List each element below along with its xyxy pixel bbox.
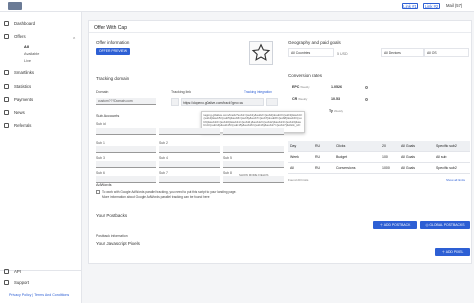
sidebar-item-support[interactable]: Support bbox=[4, 279, 29, 287]
support-icon bbox=[4, 280, 9, 286]
sidebar-item-offers[interactable]: Offers bbox=[4, 33, 26, 41]
sub-label: Sub 5 bbox=[223, 156, 232, 160]
sub-input[interactable] bbox=[223, 128, 284, 135]
sub-label: Sub id bbox=[96, 122, 106, 126]
tracking-title: Tracking domain bbox=[96, 76, 130, 81]
show-all-limits-link[interactable]: Show all limits bbox=[446, 178, 465, 182]
sub-label: Sub 4 bbox=[159, 156, 168, 160]
referrals-icon bbox=[4, 123, 9, 129]
sub-input[interactable] bbox=[223, 176, 284, 183]
sub-input[interactable] bbox=[96, 146, 156, 153]
adwords-text-2: More information about Google AdWords pa… bbox=[102, 195, 210, 199]
conversion-title: Conversion rates bbox=[288, 73, 323, 78]
table-row: Week RU Budget 100 All Goals All sub bbox=[288, 152, 470, 163]
ty-label: Ty Weekly bbox=[329, 109, 344, 113]
offers-icon bbox=[4, 34, 9, 40]
code-icon bbox=[4, 269, 9, 275]
adwords-text-1: To work with Google AdWords parallel tra… bbox=[102, 190, 237, 194]
sub-label: Sub 2 bbox=[159, 141, 168, 145]
table-row: Day RU Clicks 20 All Goals Specific sub2 bbox=[288, 141, 470, 152]
sidebar-item-smartlinks[interactable]: Smartlinks bbox=[4, 69, 34, 77]
sub-input[interactable] bbox=[96, 161, 156, 168]
add-postback-button[interactable]: ＋ ADD POSTBACK bbox=[373, 221, 417, 229]
sub-input[interactable] bbox=[96, 176, 156, 183]
postbacks-title: Your Postbacks bbox=[96, 213, 128, 218]
add-pixel-button[interactable]: ＋ ADD PIXEL bbox=[435, 248, 470, 256]
copy-icon[interactable] bbox=[171, 98, 179, 106]
payments-icon bbox=[4, 97, 9, 103]
sidebar-item-referrals[interactable]: Referrals bbox=[4, 122, 31, 130]
top-link-1[interactable]: Link #1 bbox=[402, 3, 418, 9]
star-icon bbox=[251, 43, 271, 61]
info-icon[interactable] bbox=[365, 98, 368, 101]
footer-links[interactable]: Privacy Policy | Terms And Conditions bbox=[9, 293, 69, 297]
sub-input[interactable] bbox=[159, 128, 220, 135]
sub-label: Sub 1 bbox=[96, 141, 105, 145]
sub-input[interactable] bbox=[223, 161, 284, 168]
cr-label: CR Weekly bbox=[292, 97, 308, 101]
sidebar-item-statistics[interactable]: Statistics bbox=[4, 83, 31, 91]
geo-country: All Countries bbox=[288, 48, 334, 57]
sub-input[interactable] bbox=[159, 176, 220, 183]
cr-value: 10.53 bbox=[331, 97, 340, 101]
show-more-fields-button[interactable]: SHOW MORE FIELDS bbox=[239, 173, 268, 177]
postback-info-toggle[interactable]: Postback information bbox=[96, 234, 128, 238]
global-postbacks-button[interactable]: ◎ GLOBAL POSTBACKS bbox=[420, 221, 470, 229]
offer-preview-button[interactable]: OFFER PREVIEW bbox=[96, 48, 130, 55]
sidebar-subitem-all[interactable]: All bbox=[24, 45, 29, 49]
sub-label: Sub 8 bbox=[223, 171, 232, 175]
app-logo[interactable] bbox=[8, 2, 22, 10]
limits-count: Found 20 limits bbox=[288, 178, 309, 182]
news-icon bbox=[4, 110, 9, 116]
tracking-integration-link[interactable]: Tracking integration bbox=[244, 90, 272, 94]
sidebar: Dashboard Offers ⌃ All Available Live Sm… bbox=[0, 12, 82, 303]
sub-input[interactable] bbox=[223, 146, 284, 153]
info-icon[interactable] bbox=[365, 86, 368, 89]
epc-value: 1.0526 bbox=[331, 85, 342, 89]
sidebar-subitem-live[interactable]: Live bbox=[24, 59, 31, 63]
adwords-title: AdWords bbox=[96, 183, 112, 187]
sub-label: Sub 7 bbox=[159, 171, 168, 175]
sidebar-subitem-available[interactable]: Available bbox=[24, 52, 39, 56]
link-icon bbox=[4, 70, 9, 76]
dashboard-icon bbox=[4, 21, 9, 27]
chart-icon bbox=[4, 84, 9, 90]
sidebar-item-dashboard[interactable]: Dashboard bbox=[4, 20, 35, 28]
sidebar-item-payments[interactable]: Payments bbox=[4, 96, 33, 104]
user-menu[interactable]: Mail (57) bbox=[446, 3, 462, 9]
sub-accounts-title: Sub Accounts bbox=[96, 114, 120, 118]
domain-label: Domain bbox=[96, 90, 109, 94]
tracking-link-input[interactable]: https://dopeno.g0alive.com/track?geo=cu bbox=[181, 98, 264, 106]
adwords-checkbox[interactable] bbox=[96, 190, 100, 194]
pixels-title: Your Javascript Pixels bbox=[96, 241, 140, 246]
geo-os: All OS bbox=[424, 48, 469, 57]
domain-select[interactable]: custom???Domain.com bbox=[96, 98, 156, 105]
sub-label: Sub 6 bbox=[96, 171, 105, 175]
table-row: All RU Conversions 1000 All Goals Specific su… bbox=[288, 163, 470, 174]
offer-image bbox=[249, 41, 273, 65]
panel-divider bbox=[89, 32, 471, 33]
limits-table: Day RU Clicks 20 All Goals Specific sub2 Week… bbox=[288, 141, 470, 191]
geo-header-col: 5 USD bbox=[337, 52, 348, 56]
geo-devices: All Devices bbox=[381, 48, 424, 57]
offer-panel: Offer With Cap Offer information OFFER P… bbox=[88, 20, 472, 264]
offer-info-title: Offer information bbox=[96, 40, 130, 45]
sub-input[interactable] bbox=[159, 146, 220, 153]
sub-input[interactable] bbox=[96, 128, 156, 135]
sidebar-item-api[interactable]: API bbox=[4, 268, 21, 276]
page-title: Offer With Cap bbox=[94, 25, 127, 31]
chevron-up-icon[interactable]: ⌃ bbox=[72, 37, 76, 43]
top-link-2[interactable]: Link #2 bbox=[423, 3, 440, 9]
epc-label: EPC Weekly bbox=[292, 85, 310, 89]
tracking-link-option[interactable] bbox=[266, 98, 278, 106]
sub-input[interactable] bbox=[159, 161, 220, 168]
top-bar: Link #1 Link #2 Mail (57) bbox=[0, 0, 474, 12]
sidebar-item-news[interactable]: News bbox=[4, 109, 25, 117]
tracking-link-label: Tracking link bbox=[171, 90, 192, 94]
geography-title: Geography and paid goals bbox=[288, 40, 341, 45]
sub-label: Sub 3 bbox=[96, 156, 105, 160]
